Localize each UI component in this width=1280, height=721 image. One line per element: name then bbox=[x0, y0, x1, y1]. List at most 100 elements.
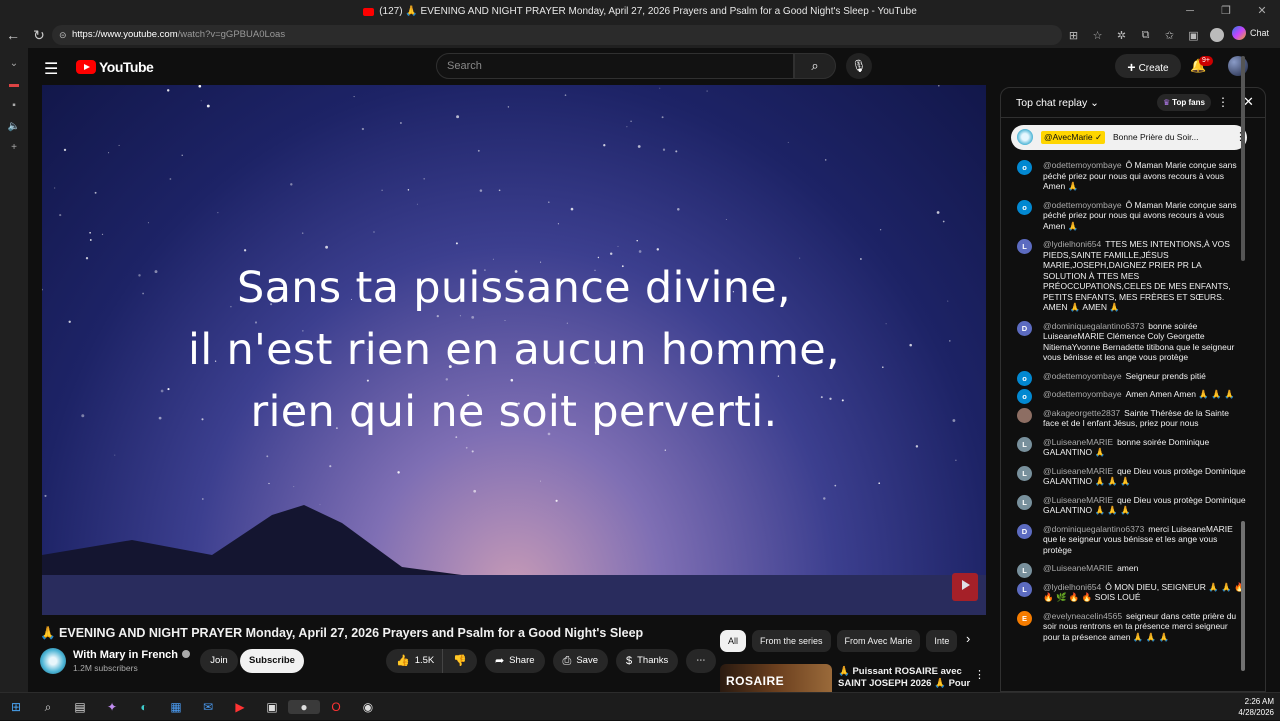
author-avatar[interactable]: o bbox=[1017, 160, 1032, 175]
recommended-title[interactable]: 🙏 Puissant ROSAIRE avec SAINT JOSEPH 202… bbox=[838, 666, 974, 692]
chat-message[interactable]: L @LuiseaneMARIE amen bbox=[1001, 559, 1265, 578]
profile-icon[interactable] bbox=[1210, 28, 1224, 42]
chat-author[interactable]: @evelyneacelin4565 bbox=[1043, 611, 1122, 621]
app-icon[interactable]: ▣ bbox=[256, 700, 288, 714]
author-avatar[interactable]: L bbox=[1017, 239, 1032, 254]
extensions-icon[interactable]: ✲ bbox=[1114, 29, 1129, 42]
system-clock[interactable]: 2:26 AM 4/28/2026 bbox=[1234, 696, 1274, 718]
chat-message[interactable]: o @odettemoyombaye Ô Maman Marie conçue sa… bbox=[1001, 156, 1265, 196]
chat-message[interactable]: D @dominiquegalantino6373 merci LuiseaneMA… bbox=[1001, 520, 1265, 560]
create-button[interactable]: + Create bbox=[1115, 54, 1181, 78]
chip-from-avec-marie[interactable]: From Avec Marie bbox=[836, 630, 921, 652]
copilot-chat-button[interactable]: Chat bbox=[1232, 26, 1269, 40]
hamburger-menu-icon[interactable]: ☰ bbox=[44, 59, 58, 79]
youtube-logo[interactable]: YouTube bbox=[76, 59, 154, 75]
more-vertical-icon[interactable]: ⋮ bbox=[974, 668, 985, 681]
edge-browser-icon[interactable]: ◐ bbox=[128, 700, 160, 714]
favorite-star-icon[interactable]: ☆ bbox=[1090, 29, 1105, 42]
dislike-button[interactable]: 👎 bbox=[442, 649, 477, 673]
thanks-button[interactable]: $ Thanks bbox=[616, 649, 679, 673]
maximize-icon[interactable]: ❐ bbox=[1208, 0, 1244, 22]
favorites-icon[interactable]: ✩ bbox=[1162, 29, 1177, 42]
video-player[interactable]: Sans ta puissance divine, il n'est rien … bbox=[42, 85, 986, 615]
chat-author[interactable]: @odettemoyombaye bbox=[1043, 389, 1122, 399]
chat-message[interactable]: o @odettemoyombaye Ô Maman Marie conçue sa… bbox=[1001, 196, 1265, 236]
refresh-icon[interactable]: ↻ bbox=[26, 27, 52, 44]
pinned-message-banner[interactable]: @AvecMarie ✓ Bonne Prière du Soir... ⋮ bbox=[1011, 125, 1247, 150]
chat-message[interactable]: L @LuiseaneMARIE bonne soirée Dominique GA… bbox=[1001, 433, 1265, 462]
search-input[interactable]: Search bbox=[436, 53, 794, 79]
author-avatar[interactable]: L bbox=[1017, 494, 1032, 510]
chat-message[interactable]: o @odettemoyombaye Seigneur prends pitié bbox=[1001, 367, 1265, 386]
mail-icon[interactable]: ✉ bbox=[192, 700, 224, 714]
chat-author[interactable]: @akageorgette2837 bbox=[1043, 408, 1120, 418]
channel-name-link[interactable]: With Mary in French bbox=[73, 649, 191, 661]
like-button[interactable]: 👍 1.5K bbox=[386, 649, 443, 673]
author-avatar[interactable]: L bbox=[1017, 436, 1032, 452]
subscribe-button[interactable]: Subscribe bbox=[240, 649, 304, 673]
subscribe-watermark-icon[interactable] bbox=[952, 573, 978, 601]
close-window-icon[interactable]: ✕ bbox=[1244, 0, 1280, 22]
windows-start-icon[interactable]: ⊞ bbox=[0, 700, 32, 714]
chat-author[interactable]: @LuiseaneMARIE bbox=[1043, 437, 1113, 447]
chat-message[interactable]: L @LuiseaneMARIE que Dieu vous protège Dom… bbox=[1001, 462, 1265, 491]
author-avatar[interactable]: L bbox=[1017, 563, 1032, 578]
youtube-app-icon[interactable]: ▶ bbox=[224, 700, 256, 714]
recommended-video[interactable]: ROSAIRE 🙏 Puissant ROSAIRE avec SAINT JO… bbox=[720, 664, 986, 692]
store-icon[interactable]: ▦ bbox=[160, 700, 192, 714]
search-button[interactable]: ⌕ bbox=[794, 53, 836, 79]
chat-author[interactable]: @lydielhoni654 bbox=[1043, 239, 1101, 249]
chip-from-the-series[interactable]: From the series bbox=[752, 630, 831, 652]
chat-message[interactable]: L @lydielhoni654 Ô MON DIEU, SEIGNEUR 🙏 🙏 … bbox=[1001, 578, 1265, 607]
back-arrow-icon[interactable]: ← bbox=[0, 27, 26, 43]
author-avatar[interactable]: L bbox=[1017, 581, 1032, 597]
collapse-chevron-icon[interactable]: ⌄ bbox=[0, 58, 28, 69]
voice-search-button[interactable]: 🎙 bbox=[846, 53, 872, 79]
chat-author[interactable]: @odettemoyombaye bbox=[1043, 371, 1122, 381]
recommended-thumbnail[interactable]: ROSAIRE bbox=[720, 664, 832, 692]
author-avatar[interactable]: L bbox=[1017, 465, 1032, 481]
share-button[interactable]: ➦ Share bbox=[484, 649, 545, 673]
minimize-icon[interactable]: ─ bbox=[1172, 0, 1208, 22]
task-view-icon[interactable]: ▤ bbox=[64, 700, 96, 714]
author-avatar[interactable]: D bbox=[1017, 523, 1032, 539]
chat-mode-dropdown[interactable]: Top chat replay ⌄ bbox=[1016, 97, 1099, 109]
chat-author[interactable]: @dominiquegalantino6373 bbox=[1043, 524, 1144, 534]
chat-author[interactable]: @odettemoyombaye bbox=[1043, 200, 1122, 210]
join-button[interactable]: Join bbox=[200, 649, 238, 673]
author-avatar[interactable]: o bbox=[1017, 389, 1032, 404]
chat-author[interactable]: @odettemoyombaye bbox=[1043, 160, 1122, 170]
chevron-right-icon[interactable]: › bbox=[966, 631, 970, 646]
author-avatar[interactable]: o bbox=[1017, 199, 1032, 215]
chat-message[interactable]: L @LuiseaneMARIE que Dieu vous protège Dom… bbox=[1001, 491, 1265, 520]
chat-author[interactable]: @lydielhoni654 bbox=[1043, 582, 1101, 592]
chat-author[interactable]: @dominiquegalantino6373 bbox=[1043, 321, 1144, 331]
chat-author[interactable]: @LuiseaneMARIE bbox=[1043, 466, 1113, 476]
chat-scrollbar[interactable] bbox=[1241, 56, 1245, 688]
chat-message[interactable]: o @odettemoyombaye Amen Amen Amen 🙏 🙏 🙏 bbox=[1001, 385, 1265, 404]
channel-avatar[interactable] bbox=[40, 648, 66, 674]
author-avatar[interactable]: o bbox=[1017, 370, 1032, 386]
tab-favicon-icon[interactable]: ▪ bbox=[0, 100, 28, 111]
search-icon[interactable]: ⌕ bbox=[32, 700, 64, 715]
audio-tab-icon[interactable]: 🔈 bbox=[0, 121, 28, 132]
steam-icon[interactable]: ◉ bbox=[352, 700, 384, 714]
chat-message[interactable]: L @lydielhoni654 TTES MES INTENTIONS,À VOS… bbox=[1001, 235, 1265, 317]
collections-icon[interactable]: ▣ bbox=[1186, 29, 1201, 42]
app-available-icon[interactable]: ⊞ bbox=[1066, 29, 1081, 42]
chip-interesting[interactable]: Inte bbox=[926, 630, 958, 652]
top-fans-button[interactable]: ♛ Top fans bbox=[1157, 94, 1211, 111]
more-vertical-icon[interactable]: ⋮ bbox=[1217, 95, 1229, 109]
chip-all[interactable]: All bbox=[720, 630, 747, 652]
chat-message[interactable]: @akageorgette2837 Sainte Thérèse de la Sa… bbox=[1001, 404, 1265, 433]
opera-icon[interactable]: O bbox=[320, 700, 352, 714]
chat-message[interactable]: E @evelyneacelin4565 seigneur dans cette p… bbox=[1001, 607, 1265, 647]
save-button[interactable]: ⎙ Save bbox=[552, 649, 608, 673]
new-tab-icon[interactable]: + bbox=[0, 142, 28, 153]
copilot-icon[interactable]: ✦ bbox=[96, 700, 128, 714]
author-avatar[interactable]: E bbox=[1017, 610, 1032, 626]
scroll-thumb[interactable] bbox=[1241, 521, 1245, 671]
url-field[interactable]: ⊝ https://www.youtube.com/watch?v=gGPBUA… bbox=[52, 25, 1062, 45]
chat-author[interactable]: @LuiseaneMARIE bbox=[1043, 563, 1113, 573]
split-screen-icon[interactable]: ⧉ bbox=[1138, 29, 1153, 42]
